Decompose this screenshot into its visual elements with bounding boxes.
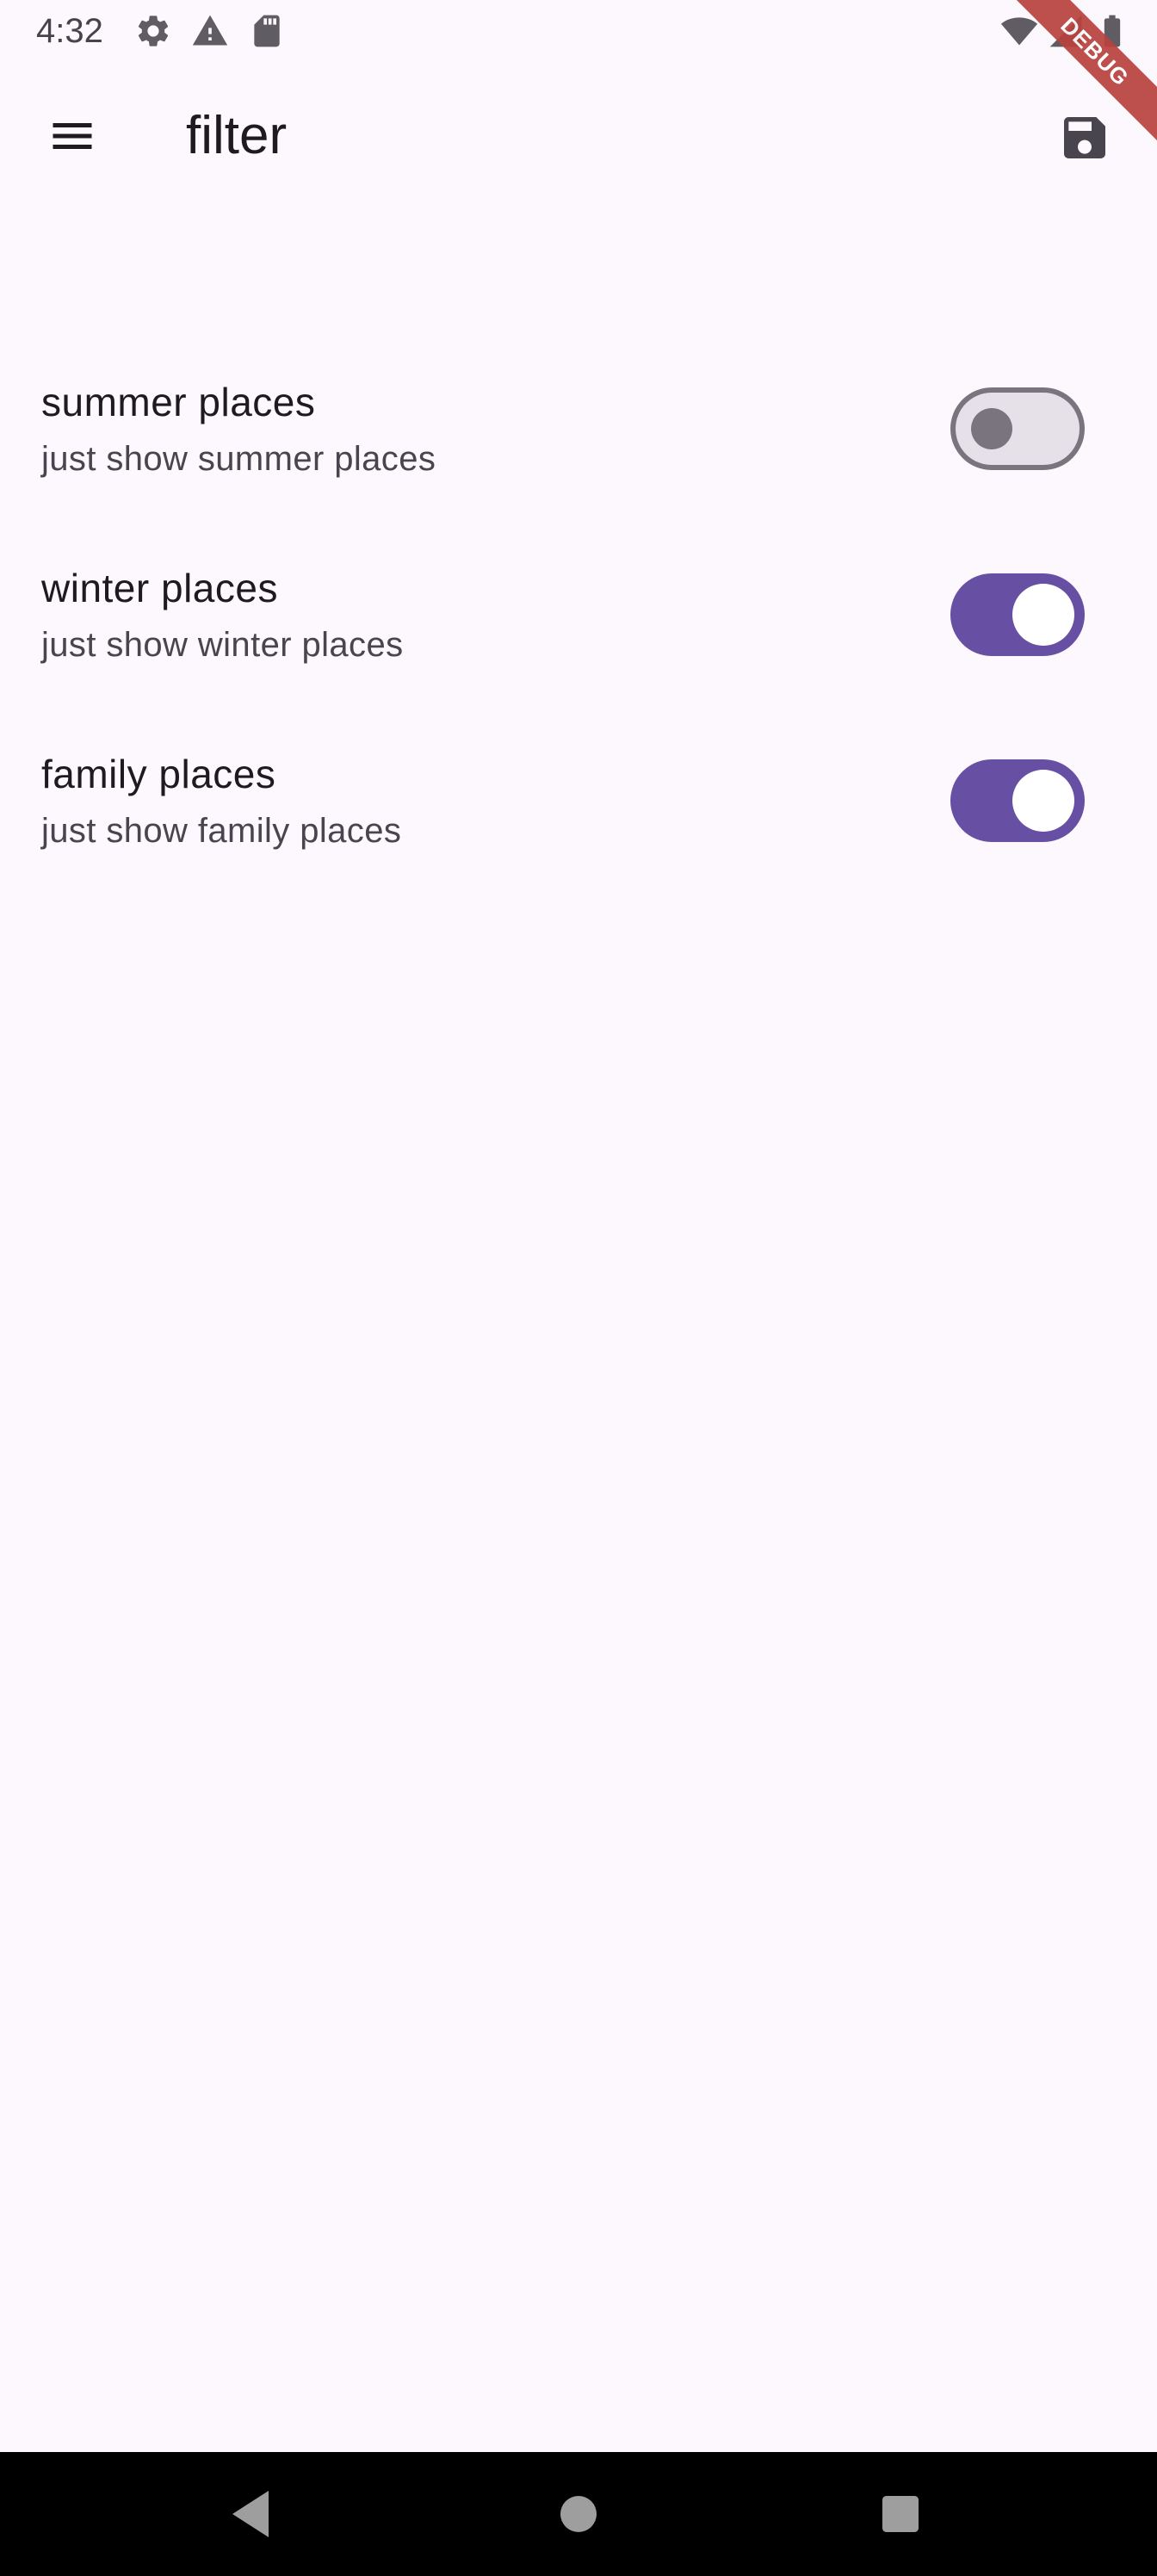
app-bar: filter	[0, 62, 1157, 207]
filter-title: family places	[41, 752, 276, 796]
switch-thumb	[1012, 770, 1074, 832]
filter-item-winter[interactable]: winter places just show winter places	[0, 548, 1157, 734]
navigation-bar	[0, 2452, 1157, 2576]
save-button[interactable]	[1043, 96, 1126, 179]
signal-icon	[1047, 12, 1085, 50]
save-icon	[1064, 117, 1105, 158]
switch-thumb	[971, 408, 1012, 449]
menu-button[interactable]	[31, 95, 114, 177]
filter-item-summer[interactable]: summer places just show summer places	[0, 362, 1157, 548]
battery-icon	[1093, 12, 1131, 50]
winter-places-switch[interactable]	[950, 573, 1085, 656]
wifi-icon	[1000, 12, 1038, 50]
home-icon	[560, 2496, 597, 2532]
summer-places-switch[interactable]	[950, 387, 1085, 470]
filter-item-family[interactable]: family places just show family places	[0, 734, 1157, 920]
status-time: 4:32	[36, 12, 103, 50]
settings-icon	[134, 12, 172, 50]
filter-subtitle: just show summer places	[41, 440, 436, 478]
recents-button[interactable]	[869, 2483, 931, 2545]
filter-title: winter places	[41, 566, 278, 610]
filter-list: summer places just show summer places wi…	[0, 362, 1157, 920]
recents-icon	[882, 2496, 919, 2532]
switch-thumb	[1012, 584, 1074, 646]
filter-title: summer places	[41, 380, 316, 424]
back-icon	[232, 2491, 269, 2537]
family-places-switch[interactable]	[950, 759, 1085, 842]
home-button[interactable]	[548, 2483, 609, 2545]
page-title: filter	[186, 106, 288, 165]
filter-subtitle: just show family places	[41, 812, 402, 850]
filter-screen: 4:32 DEBUG filter summer places just sho…	[0, 0, 1157, 2576]
filter-subtitle: just show winter places	[41, 626, 404, 664]
status-bar: 4:32	[0, 0, 1157, 62]
sd-card-icon	[248, 12, 286, 50]
warning-icon	[191, 12, 229, 50]
menu-icon	[53, 123, 92, 149]
back-button[interactable]	[222, 2483, 284, 2545]
